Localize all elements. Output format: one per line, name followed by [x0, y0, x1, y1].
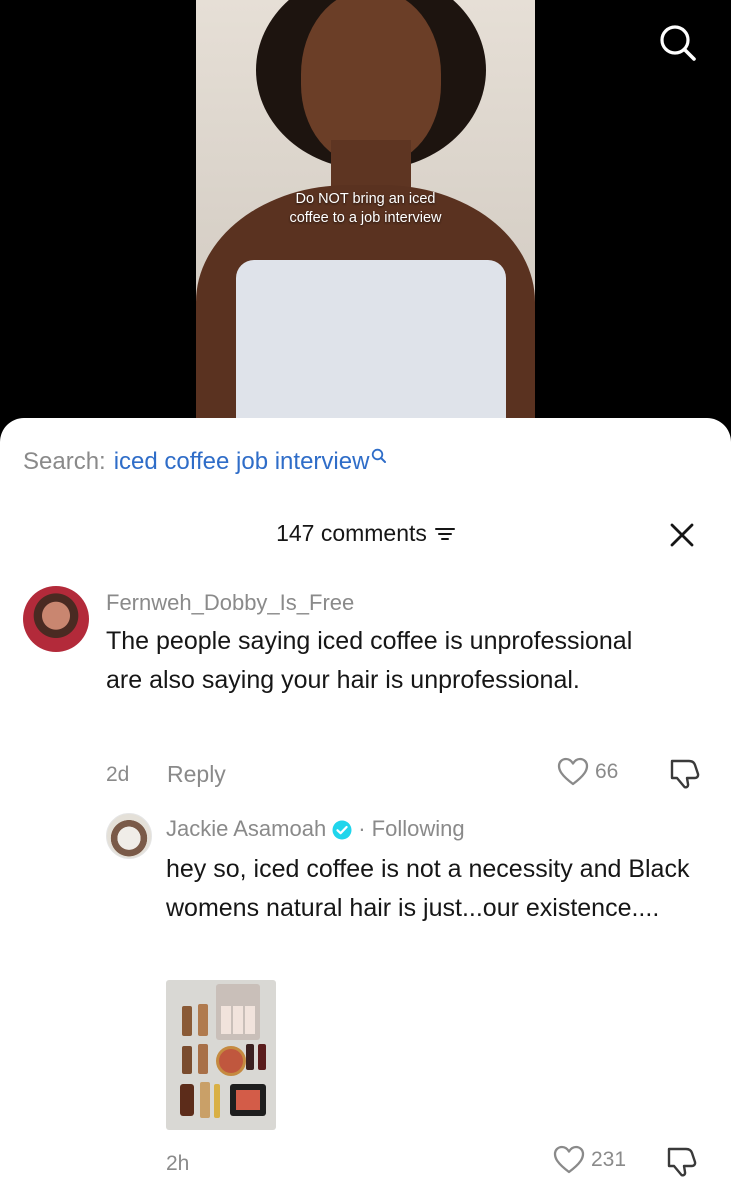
- like-count: 231: [591, 1148, 627, 1171]
- avatar[interactable]: [106, 813, 152, 859]
- video-caption-line-1: Do NOT bring an iced: [295, 191, 436, 207]
- following-label: Following: [371, 816, 465, 841]
- thumbs-down-icon: [667, 1147, 697, 1177]
- heart-icon: [553, 1145, 585, 1174]
- video-subject-top: [236, 260, 506, 420]
- search-icon: [660, 25, 696, 61]
- comments-header: 147 comments: [0, 520, 731, 547]
- avatar[interactable]: [23, 586, 89, 652]
- dislike-button[interactable]: [664, 1146, 698, 1183]
- comment-username[interactable]: Jackie Asamoah: [166, 816, 326, 841]
- video-caption-line-2: coffee to a job interview: [289, 210, 442, 226]
- search-icon: [372, 448, 387, 463]
- comments-count: 147 comments: [276, 520, 427, 546]
- dislike-button[interactable]: [667, 758, 701, 795]
- close-button[interactable]: [665, 518, 699, 552]
- comment-age: 2h: [166, 1152, 190, 1175]
- search-label: Search:: [23, 448, 106, 475]
- comment-text: The people saying iced coffee is unprofe…: [106, 627, 633, 694]
- search-term-link[interactable]: iced coffee job interview: [114, 448, 370, 476]
- comments-sheet: Search: iced coffee job interview 147 co…: [0, 418, 731, 1200]
- attached-image[interactable]: [166, 980, 276, 1130]
- sort-button[interactable]: [434, 526, 455, 542]
- comment-age: 2d: [106, 763, 130, 786]
- separator-dot: ·: [358, 816, 366, 841]
- video-frame: Do NOT bring an iced coffee to a job int…: [196, 0, 535, 420]
- verified-badge-icon: [332, 820, 352, 840]
- palette-image: [216, 984, 260, 1040]
- video-caption: Do NOT bring an iced coffee to a job int…: [196, 190, 535, 228]
- search-suggestion[interactable]: Search: iced coffee job interview: [23, 448, 387, 476]
- reply-button[interactable]: Reply: [167, 761, 226, 788]
- comment-text: hey so, iced coffee is not a necessity a…: [166, 855, 690, 922]
- thumbs-down-icon: [670, 759, 700, 789]
- comment-username-row: Jackie Asamoah · Following: [166, 816, 465, 842]
- video-player[interactable]: Do NOT bring an iced coffee to a job int…: [0, 0, 731, 440]
- like-button[interactable]: 66: [557, 757, 618, 787]
- like-count: 66: [595, 760, 619, 783]
- sort-icon: [434, 527, 455, 540]
- video-search-button[interactable]: [655, 20, 701, 66]
- like-button[interactable]: 231: [553, 1145, 626, 1175]
- heart-icon: [557, 757, 589, 786]
- comment-username[interactable]: Fernweh_Dobby_Is_Free: [106, 590, 354, 616]
- close-icon: [670, 523, 694, 547]
